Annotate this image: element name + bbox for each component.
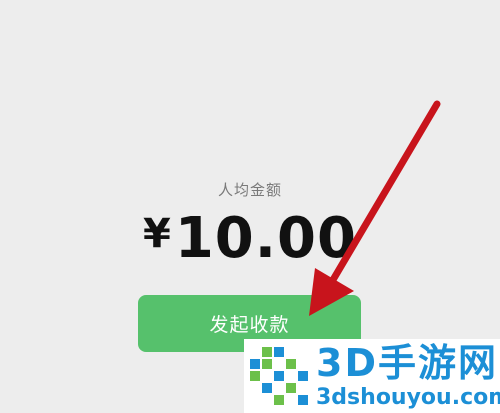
initiate-collection-button-label: 发起收款 [209,314,290,336]
currency-symbol: ¥ [143,211,171,257]
watermark-logo-icon [250,347,308,405]
watermark-url: 3dshouyou.com [316,385,500,410]
per-person-amount-label: 人均金额 [217,181,282,199]
amount-value: 10.00 [174,206,357,271]
amount-display: ¥10.00 [0,206,500,276]
watermark-title: 3D手游网 [316,341,498,385]
site-watermark: 3D手游网 3dshouyou.com [244,339,500,413]
payment-screen: 人均金额 ¥10.00 发起收款 3D手游网 3dshouyou.com [0,0,500,413]
